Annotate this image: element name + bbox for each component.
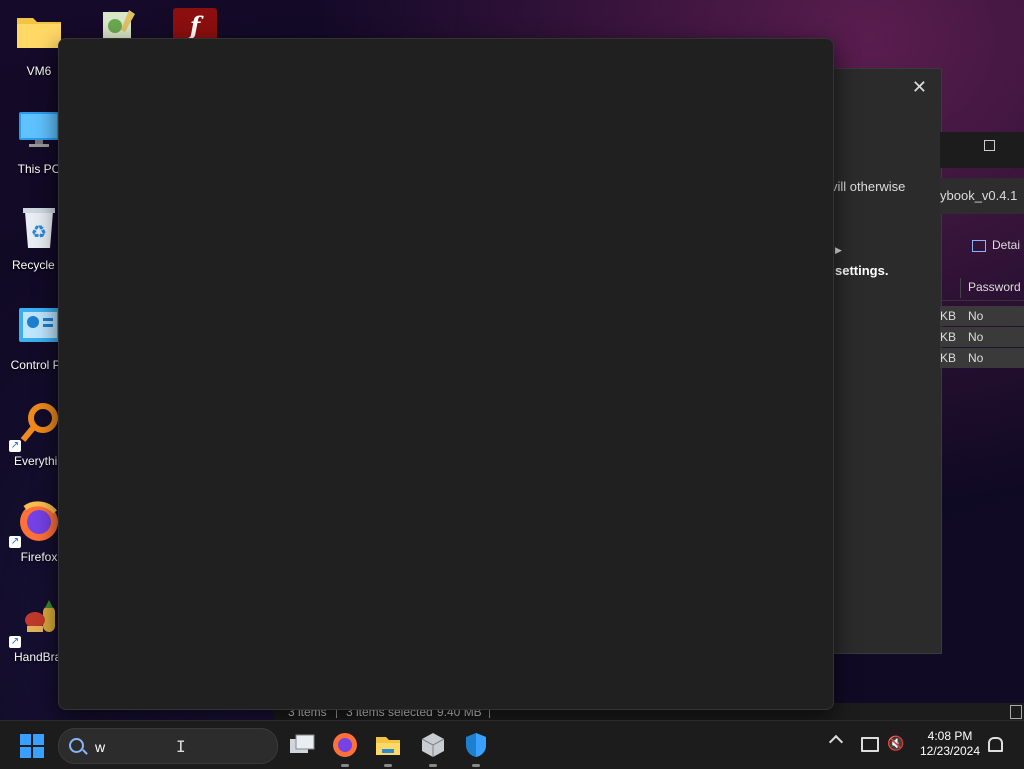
details-pane-icon <box>972 239 986 252</box>
close-icon[interactable]: ✕ <box>912 77 927 98</box>
column-separator[interactable] <box>960 278 961 298</box>
password-cell: No <box>968 351 984 365</box>
shortcut-arrow-icon: ↗ <box>9 636 21 648</box>
dialog-text: vill otherwise <box>831 179 906 194</box>
table-row[interactable]: KB No <box>940 348 1024 368</box>
windows-logo-icon <box>20 747 31 758</box>
running-indicator <box>384 764 392 767</box>
details-pane-button[interactable]: Detai <box>972 238 1020 252</box>
size-cell: KB <box>940 309 957 323</box>
file-explorer-icon <box>376 737 400 755</box>
password-cell: No <box>968 309 984 323</box>
running-indicator <box>472 764 480 767</box>
start-button[interactable] <box>20 734 44 758</box>
folder-icon <box>15 12 63 60</box>
column-header-password[interactable]: Password . <box>968 280 1024 294</box>
size-cell: KB <box>940 351 957 365</box>
taskbar-virtualbox-button[interactable] <box>417 729 449 767</box>
network-icon[interactable] <box>861 737 879 752</box>
show-hidden-icons-chevron-icon[interactable] <box>828 734 844 750</box>
text-cursor-icon: I <box>176 737 186 756</box>
expand-arrow-icon[interactable]: ▶ <box>835 245 842 256</box>
taskbar-search-box[interactable] <box>58 728 278 764</box>
dialog-settings-link[interactable]: settings. <box>835 263 888 278</box>
search-flyout-panel <box>58 38 834 710</box>
svg-text:♻: ♻ <box>31 222 47 243</box>
shield-icon <box>466 733 486 757</box>
column-header-row: Password . <box>940 276 1024 301</box>
details-view-icon[interactable] <box>1010 705 1022 719</box>
system-clock[interactable]: 4:08 PM 12/23/2024 <box>914 729 986 759</box>
explorer-titlebar <box>940 132 1024 168</box>
explorer-address-bar[interactable]: ybook_v0.4.1 <box>940 178 1024 214</box>
virtualbox-icon <box>421 733 445 757</box>
clock-time: 4:08 PM <box>927 729 973 743</box>
handbrake-icon: ↗ <box>9 598 63 648</box>
task-view-button[interactable] <box>286 729 318 761</box>
shortcut-arrow-icon: ↗ <box>9 440 21 452</box>
table-row[interactable]: KB No <box>940 306 1024 326</box>
maximize-icon[interactable] <box>984 140 995 151</box>
windows-logo-icon <box>33 734 44 745</box>
password-cell: No <box>968 330 984 344</box>
firefox-icon <box>333 733 357 757</box>
windows-logo-icon <box>33 747 44 758</box>
volume-muted-icon[interactable]: 🔇 <box>887 735 904 752</box>
details-label: Detai <box>992 238 1021 252</box>
shortcut-arrow-icon: ↗ <box>9 536 21 548</box>
running-indicator <box>429 764 437 767</box>
clock-date: 12/23/2024 <box>919 744 981 758</box>
recycle-bin-icon: ♻ <box>15 206 63 254</box>
control-panel-icon <box>15 306 63 354</box>
taskbar-file-explorer-button[interactable] <box>372 729 404 767</box>
table-row[interactable]: KB No <box>940 327 1024 347</box>
notification-bell-icon[interactable] <box>988 737 1003 752</box>
search-icon <box>69 738 84 753</box>
everything-search-icon: ↗ <box>9 402 63 452</box>
monitor-icon <box>15 110 63 158</box>
taskbar: I 🔇 4:08 PM 12/23/2024 <box>0 720 1024 769</box>
task-view-icon <box>290 734 315 753</box>
running-indicator <box>341 764 349 767</box>
size-cell: KB <box>940 330 957 344</box>
windows-logo-icon <box>20 734 31 745</box>
firefox-icon: ↗ <box>9 498 63 548</box>
taskbar-defender-button[interactable] <box>460 729 492 767</box>
taskbar-firefox-button[interactable] <box>329 729 361 767</box>
